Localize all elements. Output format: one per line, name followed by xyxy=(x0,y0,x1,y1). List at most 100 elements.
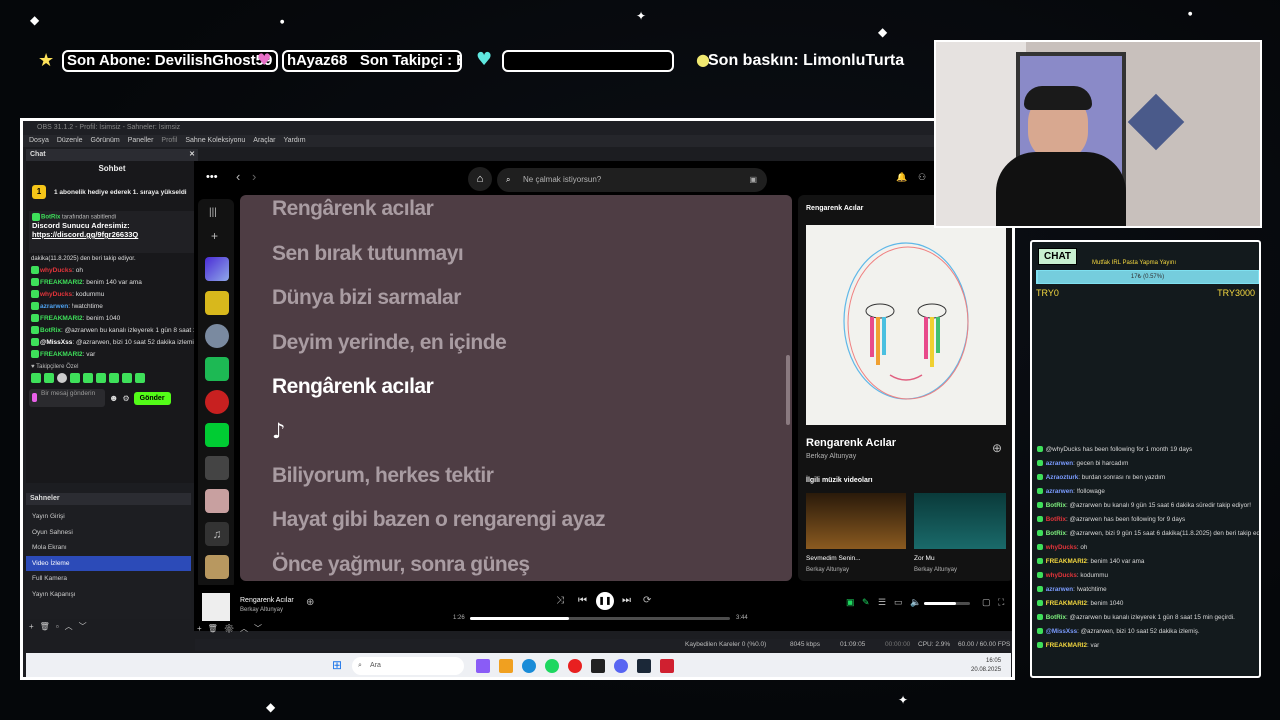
scene-controls[interactable]: +🗑▫︎︿﹀ xyxy=(29,621,93,632)
emote-icon[interactable] xyxy=(57,373,67,383)
playlist-cover[interactable] xyxy=(205,291,229,315)
friends-icon[interactable]: ⚇ xyxy=(918,172,926,183)
clock[interactable]: 16:05 20.08.2025 xyxy=(971,657,1001,675)
scene-item[interactable]: Full Kamera xyxy=(26,571,191,587)
liked-songs-icon[interactable] xyxy=(205,257,229,281)
search-input[interactable]: ⌕ Ne çalmak istiyorsun? ▣ xyxy=(497,168,767,192)
lyric-line[interactable]: Hayat gibi bazen o rengarengi ayaz xyxy=(272,508,606,532)
shuffle-icon[interactable]: ⤨ xyxy=(556,595,564,606)
lyric-line[interactable]: Deyim yerinde, en içinde xyxy=(272,331,507,355)
chat-username[interactable]: @MissXss xyxy=(40,339,72,346)
playlist-cover[interactable] xyxy=(205,456,229,480)
queue-icon[interactable]: ☰ xyxy=(878,597,886,608)
music-note-icon[interactable]: ♫ xyxy=(205,522,229,546)
artist-cover[interactable] xyxy=(205,324,229,348)
playlist-cover[interactable] xyxy=(205,423,229,447)
playlist-cover[interactable] xyxy=(205,390,229,414)
send-button[interactable]: Gönder xyxy=(133,391,171,405)
browse-icon[interactable]: ▣ xyxy=(749,168,757,192)
steam-icon[interactable] xyxy=(637,659,651,673)
forward-icon[interactable]: › xyxy=(252,169,256,184)
scene-item[interactable]: Video İzleme xyxy=(26,555,191,571)
menu-gorunum[interactable]: Görünüm xyxy=(91,135,120,147)
obs-icon[interactable] xyxy=(591,659,605,673)
more-icon[interactable]: ••• xyxy=(206,171,218,183)
spotify-icon[interactable] xyxy=(545,659,559,673)
progress-bar[interactable] xyxy=(470,617,730,620)
discord-link[interactable]: https://discord.gg/9fgr26633Q xyxy=(32,230,192,239)
add-icon[interactable]: ⊕ xyxy=(992,441,1002,455)
lyrics-icon[interactable]: ✎ xyxy=(862,597,870,608)
emote-icon[interactable] xyxy=(31,373,41,383)
bookmark-icon[interactable] xyxy=(205,357,229,381)
home-icon[interactable]: ⌂ xyxy=(468,167,492,191)
player-artist[interactable]: Berkay Altunyay xyxy=(240,607,283,613)
video-artist[interactable]: Berkay Altunyay xyxy=(806,567,849,573)
playlist-cover[interactable] xyxy=(205,555,229,579)
pause-button[interactable]: ❚❚ xyxy=(596,592,614,610)
chat-username[interactable]: whyDucks xyxy=(40,267,72,274)
close-icon[interactable]: ✕ xyxy=(189,149,195,161)
miniplayer-icon[interactable]: ▢ xyxy=(982,597,991,608)
fullscreen-icon[interactable]: ⛶ xyxy=(998,597,1004,608)
volume-icon[interactable]: 🔈 xyxy=(910,597,921,608)
bell-icon[interactable]: 🔔 xyxy=(896,172,907,183)
emote-icon[interactable] xyxy=(44,373,54,383)
chat-username[interactable]: FREAKMARI2 xyxy=(40,351,83,358)
lyric-line[interactable]: Biliyorum, herkes tektir xyxy=(272,464,494,488)
scene-item[interactable]: Mola Ekranı xyxy=(26,540,191,556)
menu-yardim[interactable]: Yardım xyxy=(283,135,305,147)
previous-icon[interactable]: ⏮ xyxy=(578,595,587,606)
scene-item[interactable]: Yayın Kapanışı xyxy=(26,587,191,603)
chat-username[interactable]: FREAKMARI2 xyxy=(40,315,83,322)
lyric-line[interactable]: ♪ xyxy=(272,419,285,443)
video-artist[interactable]: Berkay Altunyay xyxy=(914,567,957,573)
device-icon[interactable]: ▭ xyxy=(894,597,903,608)
emote-icon[interactable] xyxy=(83,373,93,383)
video-title[interactable]: Zor Mu xyxy=(914,555,935,562)
app-icon[interactable] xyxy=(476,659,490,673)
menu-dosya[interactable]: Dosya xyxy=(29,135,49,147)
repeat-icon[interactable]: ⟳ xyxy=(643,595,651,606)
mini-album-art[interactable] xyxy=(202,593,230,621)
edge-icon[interactable] xyxy=(522,659,536,673)
emote-icon[interactable] xyxy=(122,373,132,383)
emote-icon[interactable] xyxy=(135,373,145,383)
scene-item[interactable]: Oyun Sahnesi xyxy=(26,525,191,541)
chat-username[interactable]: azrarwen xyxy=(40,303,68,310)
video-title[interactable]: Sevmedim Senin... xyxy=(806,555,861,562)
track-title[interactable]: Rengarenk Acılar xyxy=(806,437,896,449)
emote-icon[interactable] xyxy=(70,373,80,383)
back-icon[interactable]: ‹ xyxy=(236,169,240,184)
next-icon[interactable]: ⏭ xyxy=(622,595,631,606)
windows-start-icon[interactable]: ⊞ xyxy=(332,658,342,672)
emote-icon[interactable] xyxy=(109,373,119,383)
lyrics-scrollbar[interactable] xyxy=(786,355,790,425)
opera-icon[interactable] xyxy=(568,659,582,673)
menu-araclar[interactable]: Araçlar xyxy=(253,135,275,147)
video-thumbnail[interactable] xyxy=(914,493,1006,549)
discord-icon[interactable] xyxy=(614,659,628,673)
library-icon[interactable]: ||| xyxy=(209,207,217,218)
menu-sahne-koleksiyonu[interactable]: Sahne Koleksiyonu xyxy=(185,135,245,147)
lyric-line-active[interactable]: Rengârenk acılar xyxy=(272,375,434,399)
player-track-title[interactable]: Rengarenk Acılar xyxy=(240,597,294,604)
chat-input[interactable]: Bir mesaj gönderin xyxy=(29,389,105,407)
chat-username[interactable]: FREAKMARI2 xyxy=(40,279,83,286)
lyric-line[interactable]: Sen bırak tutunmayı xyxy=(272,242,464,266)
app-icon[interactable] xyxy=(660,659,674,673)
add-icon[interactable]: ⊕ xyxy=(306,597,314,608)
source-controls[interactable]: +🗑⚙︿﹀ xyxy=(197,623,268,634)
lyric-line[interactable]: Dünya bizi sarmalar xyxy=(272,286,461,310)
scene-item[interactable]: Yayın Girişi xyxy=(26,509,191,525)
video-thumbnail[interactable] xyxy=(806,493,906,549)
playlist-cover[interactable] xyxy=(205,489,229,513)
track-artist[interactable]: Berkay Altunyay xyxy=(806,453,856,460)
now-playing-view-icon[interactable]: ▣ xyxy=(846,597,855,608)
emoji-icon[interactable]: ☻ xyxy=(109,393,118,403)
chat-username[interactable]: whyDucks xyxy=(40,291,72,298)
settings-icon[interactable]: ⚙ xyxy=(122,394,129,403)
menu-profil[interactable]: Profil xyxy=(161,135,177,147)
chat-username[interactable]: BotRix xyxy=(40,327,61,334)
menu-duzenle[interactable]: Düzenle xyxy=(57,135,83,147)
